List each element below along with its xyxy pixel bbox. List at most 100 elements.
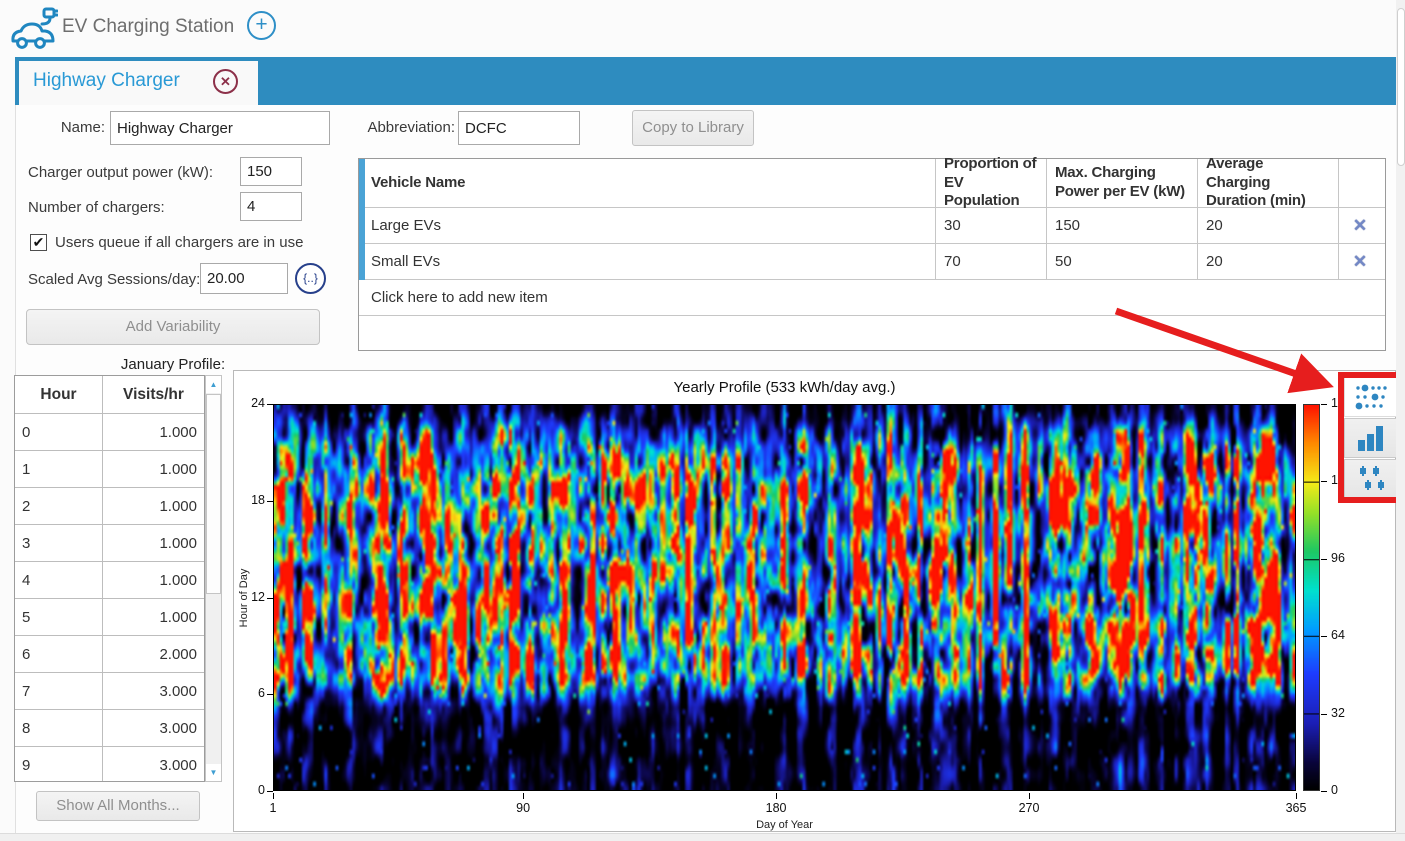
profile-row[interactable]: 51.000 — [15, 599, 204, 636]
profile-row[interactable]: 41.000 — [15, 562, 204, 599]
delete-col-header — [1339, 159, 1381, 207]
visits-cell[interactable]: 3.000 — [103, 710, 204, 746]
tab-label: Highway Charger — [33, 70, 180, 92]
ev-charging-station-window: EV Charging Station + Highway Charger ✕ … — [0, 0, 1405, 841]
hour-cell[interactable]: 0 — [15, 414, 103, 450]
vehicle-col-header: Max. Charging Power per EV (kW) — [1047, 159, 1198, 207]
delete-row-icon[interactable]: ✕ — [1347, 252, 1373, 272]
queue-checkbox[interactable]: ✔ — [30, 234, 47, 251]
hour-cell[interactable]: 7 — [15, 673, 103, 709]
profile-table-scrollbar[interactable]: ▲ ▼ — [205, 375, 222, 782]
name-input[interactable] — [110, 111, 330, 145]
colorbar-tick-mark — [1321, 404, 1327, 405]
colorbar-tick-mark — [1321, 791, 1327, 792]
scatter-plot-button[interactable] — [1344, 377, 1397, 417]
profile-row[interactable]: 01.000 — [15, 414, 204, 451]
profile-row[interactable]: 62.000 — [15, 636, 204, 673]
x-axis-label: Day of Year — [273, 819, 1296, 831]
page-title: EV Charging Station — [62, 16, 234, 38]
heatmap-plot[interactable] — [273, 404, 1296, 791]
colorbar-tick-label: 64 — [1331, 628, 1361, 642]
colorbar-tick-label: 0 — [1331, 783, 1361, 797]
visits-cell[interactable]: 3.000 — [103, 673, 204, 709]
vehicle-name-cell[interactable]: Small EVs — [359, 244, 936, 279]
charger-power-label: Charger output power (kW): — [28, 164, 213, 181]
profile-row[interactable]: 11.000 — [15, 451, 204, 488]
x-tick-label: 270 — [1009, 801, 1049, 815]
name-label: Name: — [10, 119, 105, 136]
x-tick-mark — [523, 793, 524, 799]
scatter-plot-icon — [1354, 384, 1388, 410]
tab-close-icon[interactable]: ✕ — [213, 69, 238, 94]
charger-count-input[interactable] — [240, 192, 302, 221]
colorbar-tick-mark — [1321, 636, 1327, 637]
bottom-strip — [0, 833, 1405, 841]
x-tick-label: 90 — [503, 801, 543, 815]
visits-cell[interactable]: 1.000 — [103, 525, 204, 561]
add-variability-button[interactable]: Add Variability — [26, 309, 320, 345]
hour-cell[interactable]: 8 — [15, 710, 103, 746]
visits-cell[interactable]: 1.000 — [103, 562, 204, 598]
x-tick-label: 180 — [756, 801, 796, 815]
scroll-down-icon[interactable]: ▼ — [206, 764, 221, 781]
profile-row[interactable]: 31.000 — [15, 525, 204, 562]
duration-cell[interactable]: 20 — [1198, 208, 1339, 243]
x-tick-mark — [1029, 793, 1030, 799]
delete-row-icon[interactable]: ✕ — [1347, 216, 1373, 236]
vehicle-row[interactable]: Small EVs705020 ✕ — [359, 244, 1385, 280]
y-axis-label: Hour of Day — [238, 558, 250, 638]
hour-cell[interactable]: 5 — [15, 599, 103, 635]
visits-cell[interactable]: 3.000 — [103, 747, 204, 782]
max-power-cell[interactable]: 50 — [1047, 244, 1198, 279]
profile-row[interactable]: 73.000 — [15, 673, 204, 710]
max-power-cell[interactable]: 150 — [1047, 208, 1198, 243]
vehicle-row[interactable]: Large EVs3015020 ✕ — [359, 208, 1385, 244]
colorbar — [1303, 404, 1320, 791]
vehicle-table: Vehicle NameProportion of EV PopulationM… — [358, 158, 1386, 351]
box-plot-button[interactable] — [1344, 459, 1397, 499]
hour-cell[interactable]: 4 — [15, 562, 103, 598]
charger-power-input[interactable] — [240, 157, 302, 186]
vehicle-col-header: Proportion of EV Population — [936, 159, 1047, 207]
hour-cell[interactable]: 2 — [15, 488, 103, 524]
hour-cell[interactable]: 1 — [15, 451, 103, 487]
y-tick-label: 0 — [239, 783, 265, 797]
sessions-input[interactable] — [200, 263, 288, 294]
scrollbar-thumb[interactable] — [206, 394, 221, 594]
colorbar-tick-mark — [1321, 559, 1327, 560]
yearly-profile-chart-panel: Yearly Profile (533 kWh/day avg.) 061218… — [233, 370, 1396, 832]
profile-row[interactable]: 21.000 — [15, 488, 204, 525]
bar-chart-button[interactable] — [1344, 418, 1397, 458]
abbreviation-input[interactable] — [458, 111, 580, 145]
ev-car-icon — [8, 5, 58, 53]
proportion-cell[interactable]: 70 — [936, 244, 1047, 279]
x-tick-mark — [1296, 793, 1297, 799]
hour-cell[interactable]: 9 — [15, 747, 103, 782]
window-scrollbar-thumb[interactable] — [1397, 8, 1405, 166]
visits-cell[interactable]: 1.000 — [103, 599, 204, 635]
hour-cell[interactable]: 6 — [15, 636, 103, 672]
y-tick-mark — [267, 694, 273, 695]
add-new-item-row[interactable]: Click here to add new item — [359, 280, 1381, 315]
january-profile-table: HourVisits/hr01.00011.00021.00031.00041.… — [14, 375, 205, 782]
visits-cell[interactable]: 1.000 — [103, 414, 204, 450]
box-plot-icon — [1356, 465, 1386, 493]
profile-row[interactable]: 93.000 — [15, 747, 204, 782]
hour-cell[interactable]: 3 — [15, 525, 103, 561]
add-station-button[interactable]: + — [247, 11, 276, 40]
scroll-up-icon[interactable]: ▲ — [206, 376, 221, 393]
y-tick-label: 6 — [239, 686, 265, 700]
profile-row[interactable]: 83.000 — [15, 710, 204, 747]
sessions-advanced-button[interactable]: {..} — [295, 263, 326, 294]
show-all-months-button[interactable]: Show All Months... — [36, 791, 200, 821]
vehicle-name-cell[interactable]: Large EVs — [359, 208, 936, 243]
table-accent-bar — [359, 159, 365, 280]
visits-cell[interactable]: 1.000 — [103, 451, 204, 487]
copy-to-library-button[interactable]: Copy to Library — [632, 110, 754, 146]
duration-cell[interactable]: 20 — [1198, 244, 1339, 279]
abbreviation-label: Abbreviation: — [358, 119, 455, 136]
proportion-cell[interactable]: 30 — [936, 208, 1047, 243]
visits-cell[interactable]: 2.000 — [103, 636, 204, 672]
visits-cell[interactable]: 1.000 — [103, 488, 204, 524]
y-tick-mark — [267, 404, 273, 405]
